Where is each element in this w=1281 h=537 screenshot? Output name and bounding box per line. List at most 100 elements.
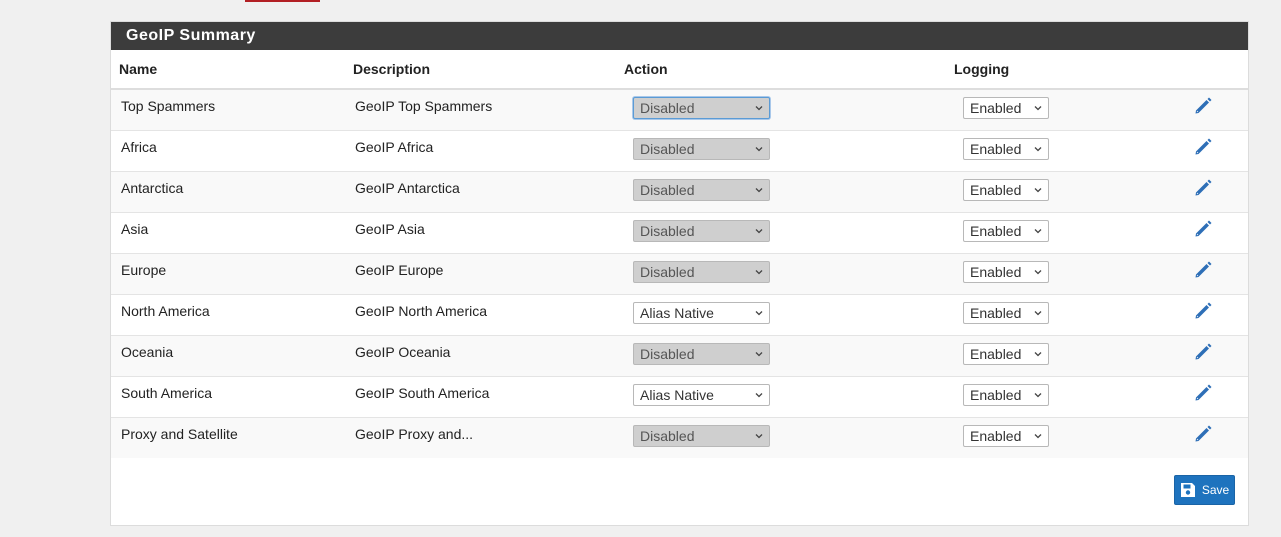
logging-select-value: Enabled	[970, 386, 1022, 403]
top-accent-bar	[245, 0, 320, 2]
row-action: Disabled	[616, 417, 946, 458]
row-description: GeoIP Europe	[345, 253, 616, 295]
row-name: Europe	[111, 253, 345, 295]
logging-select-value: Enabled	[970, 222, 1022, 239]
action-select-value: Disabled	[640, 263, 695, 280]
row-logging: Enabled	[946, 212, 1173, 254]
logging-select[interactable]: Enabled	[963, 424, 1049, 447]
row-name: South America	[111, 376, 345, 418]
chevron-down-icon	[755, 351, 763, 356]
action-select-value: Disabled	[640, 427, 695, 444]
action-select[interactable]: Disabled	[633, 97, 770, 119]
table-row: Oceania GeoIP Oceania Disabled Enabled	[111, 335, 1248, 377]
row-description-text: GeoIP Proxy and...	[355, 425, 474, 442]
row-name-text: North America	[121, 302, 210, 319]
row-logging: Enabled	[946, 89, 1173, 131]
action-select[interactable]: Disabled	[633, 342, 770, 365]
logging-select-value: Enabled	[970, 304, 1022, 321]
table-row: Top Spammers GeoIP Top Spammers Disabled…	[111, 89, 1248, 131]
action-select-value: Alias Native	[640, 386, 714, 403]
row-name-text: Asia	[121, 220, 149, 237]
pencil-icon[interactable]	[1193, 424, 1213, 444]
chevron-down-icon	[1034, 228, 1042, 233]
action-select[interactable]: Disabled	[633, 260, 770, 283]
row-description: GeoIP Antarctica	[345, 171, 616, 213]
row-name: Proxy and Satellite	[111, 417, 345, 458]
row-name-text: Europe	[121, 261, 167, 278]
logging-select[interactable]: Enabled	[963, 178, 1049, 201]
pencil-icon[interactable]	[1193, 260, 1213, 280]
row-description: GeoIP Proxy and...	[345, 417, 616, 458]
action-select[interactable]: Disabled	[633, 219, 770, 242]
row-edit	[1173, 171, 1248, 213]
pencil-icon[interactable]	[1193, 342, 1213, 362]
pencil-icon[interactable]	[1193, 178, 1213, 198]
row-name-text: Antarctica	[121, 179, 184, 196]
row-name: Top Spammers	[111, 89, 345, 131]
logging-select-value: Enabled	[970, 345, 1022, 362]
logging-select[interactable]: Enabled	[963, 137, 1049, 160]
action-select-value: Disabled	[640, 100, 695, 116]
pencil-icon[interactable]	[1193, 137, 1213, 157]
pencil-icon[interactable]	[1193, 383, 1213, 403]
action-select[interactable]: Disabled	[633, 424, 770, 447]
row-action: Disabled	[616, 335, 946, 377]
table-row: Europe GeoIP Europe Disabled Enabled	[111, 253, 1248, 295]
column-header-logging: Logging	[946, 50, 1173, 90]
action-select-value: Disabled	[640, 345, 695, 362]
row-name-text: Top Spammers	[121, 98, 216, 114]
column-header-edit	[1173, 50, 1248, 90]
table-body: Top Spammers GeoIP Top Spammers Disabled…	[111, 89, 1248, 458]
row-edit	[1173, 253, 1248, 295]
logging-select[interactable]: Enabled	[963, 342, 1049, 365]
row-description-text: GeoIP North America	[355, 302, 488, 319]
row-edit	[1173, 89, 1248, 131]
logging-select-value: Enabled	[970, 140, 1022, 157]
table-row: Antarctica GeoIP Antarctica Disabled Ena…	[111, 171, 1248, 213]
row-edit	[1173, 212, 1248, 254]
row-action: Disabled	[616, 212, 946, 254]
row-description-text: GeoIP Top Spammers	[355, 98, 493, 114]
column-header-name: Name	[111, 50, 345, 90]
row-description: GeoIP North America	[345, 294, 616, 336]
row-description: GeoIP Asia	[345, 212, 616, 254]
save-button[interactable]: Save	[1174, 475, 1235, 505]
action-select-value: Disabled	[640, 140, 695, 157]
logging-select[interactable]: Enabled	[963, 383, 1049, 406]
action-select-value: Alias Native	[640, 304, 714, 321]
table-row: Asia GeoIP Asia Disabled Enabled	[111, 212, 1248, 254]
row-name-text: South America	[121, 384, 213, 401]
chevron-down-icon	[755, 269, 763, 274]
logging-select[interactable]: Enabled	[963, 219, 1049, 242]
row-logging: Enabled	[946, 376, 1173, 418]
pencil-icon[interactable]	[1193, 96, 1213, 116]
chevron-down-icon	[1034, 187, 1042, 192]
floppy-disk-icon	[1180, 483, 1195, 497]
row-description-text: GeoIP Africa	[355, 138, 434, 155]
pencil-icon[interactable]	[1193, 219, 1213, 239]
action-select[interactable]: Disabled	[633, 137, 770, 160]
table-header-row: Name Description Action Logging	[111, 50, 1248, 90]
logging-select[interactable]: Enabled	[963, 260, 1049, 283]
action-select-value: Disabled	[640, 222, 695, 239]
row-edit	[1173, 130, 1248, 172]
geoip-table: Name Description Action Logging Top Spam…	[111, 50, 1248, 458]
logging-select[interactable]: Enabled	[963, 301, 1049, 324]
row-edit	[1173, 417, 1248, 458]
chevron-down-icon	[1034, 310, 1042, 315]
logging-select-value: Enabled	[970, 181, 1022, 198]
logging-select-value: Enabled	[970, 427, 1022, 444]
table-row: South America GeoIP South America Alias …	[111, 376, 1248, 418]
pencil-icon[interactable]	[1193, 301, 1213, 321]
action-select[interactable]: Alias Native	[633, 301, 770, 324]
table-row: Proxy and Satellite GeoIP Proxy and... D…	[111, 417, 1248, 458]
row-edit	[1173, 335, 1248, 377]
chevron-down-icon	[755, 146, 763, 151]
action-select[interactable]: Disabled	[633, 178, 770, 201]
logging-select[interactable]: Enabled	[963, 97, 1049, 119]
row-name: Africa	[111, 130, 345, 172]
action-select[interactable]: Alias Native	[633, 383, 770, 406]
row-logging: Enabled	[946, 417, 1173, 458]
geoip-summary-panel: GeoIP Summary Name Description Action Lo…	[110, 21, 1249, 526]
row-description-text: GeoIP Antarctica	[355, 179, 460, 196]
